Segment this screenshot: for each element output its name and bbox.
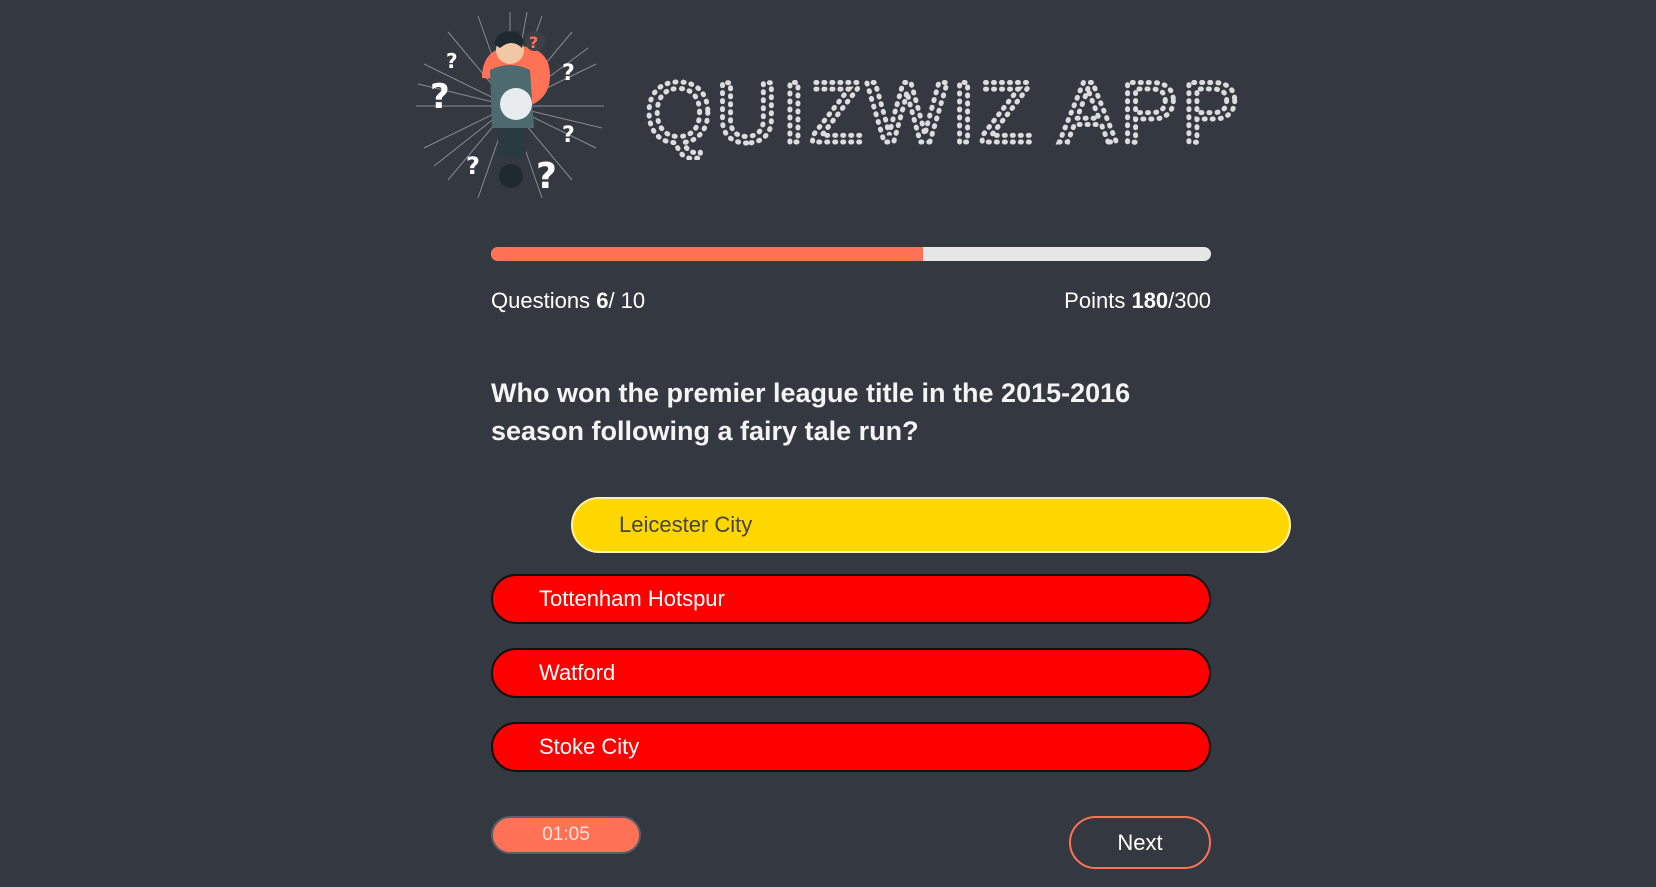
answer-option-label: Tottenham Hotspur bbox=[539, 586, 725, 611]
answer-option[interactable]: Tottenham Hotspur bbox=[491, 574, 1211, 624]
question-counter: Questions 6/ 10 bbox=[491, 288, 645, 314]
answer-option-selected[interactable]: Leicester City bbox=[571, 497, 1291, 553]
points-counter-current: 180 bbox=[1131, 288, 1169, 313]
question-counter-current: 6 bbox=[596, 288, 609, 313]
question-counter-total: / 10 bbox=[608, 288, 646, 313]
answer-option[interactable]: Watford bbox=[491, 648, 1211, 698]
quiz-page: ? ? ? ? ? ? ? QUIZWIZ APP Questions 6/ 1… bbox=[0, 0, 1656, 887]
svg-text:?: ? bbox=[466, 152, 480, 180]
svg-text:?: ? bbox=[446, 49, 458, 73]
countdown-timer: 01:05 bbox=[491, 816, 641, 854]
question-counter-label: Questions bbox=[491, 288, 591, 313]
answer-option-label: Leicester City bbox=[619, 512, 753, 537]
svg-text:?: ? bbox=[562, 61, 575, 86]
question-text: Who won the premier league title in the … bbox=[491, 378, 1131, 446]
svg-text:?: ? bbox=[529, 33, 538, 52]
quiz-logo-illustration: ? ? ? ? ? ? ? bbox=[416, 11, 604, 199]
points-counter-total: /300 bbox=[1168, 288, 1211, 313]
progress-bar-fill bbox=[491, 247, 923, 261]
next-button[interactable]: Next bbox=[1069, 816, 1211, 869]
svg-text:?: ? bbox=[536, 156, 557, 197]
progress-bar bbox=[491, 247, 1211, 261]
answer-option[interactable]: Stoke City bbox=[491, 722, 1211, 772]
svg-text:?: ? bbox=[430, 77, 450, 117]
app-title: QUIZWIZ APP bbox=[645, 63, 1243, 161]
svg-text:QUIZWIZ APP: QUIZWIZ APP bbox=[645, 65, 1243, 160]
svg-text:?: ? bbox=[562, 123, 575, 148]
answer-option-label: Watford bbox=[539, 660, 616, 685]
points-counter: Points 180/300 bbox=[1064, 288, 1211, 314]
answer-option-label: Stoke City bbox=[539, 734, 640, 759]
points-counter-label: Points bbox=[1064, 288, 1126, 313]
